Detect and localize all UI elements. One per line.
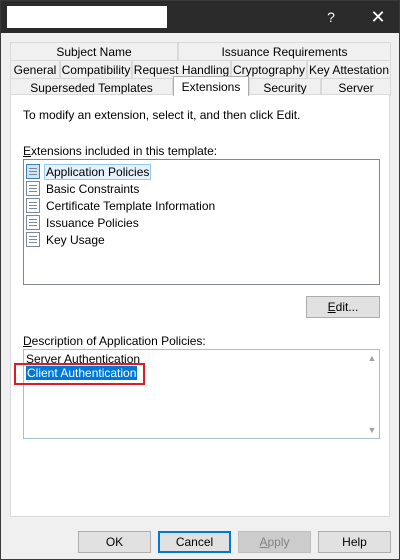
redacted-window-title — [7, 6, 167, 28]
instruction-text: To modify an extension, select it, and t… — [23, 108, 301, 122]
list-item-application-policies[interactable]: Application Policies — [26, 163, 152, 180]
tab-issuance-requirements[interactable]: Issuance Requirements — [178, 42, 391, 60]
edit-button[interactable]: Edit... — [306, 296, 380, 318]
list-item-certificate-template-information[interactable]: Certificate Template Information — [26, 197, 217, 214]
annotation-highlight-box — [14, 363, 145, 385]
tab-key-attestation[interactable]: Key Attestation — [307, 60, 391, 78]
tab-extensions[interactable]: Extensions — [173, 76, 249, 96]
tab-general[interactable]: General — [10, 60, 60, 78]
list-item-label: Application Policies — [44, 163, 152, 180]
certificate-template-properties-dialog: ? ✕ Subject Name Issuance Requirements G… — [0, 0, 400, 560]
extension-icon — [26, 181, 40, 196]
extension-icon — [26, 232, 40, 247]
cancel-button[interactable]: Cancel — [158, 531, 231, 553]
title-bar: ? ✕ — [1, 1, 399, 33]
extension-icon — [26, 198, 40, 213]
list-item-key-usage[interactable]: Key Usage — [26, 231, 107, 248]
scroll-down-icon[interactable]: ▼ — [367, 425, 377, 435]
description-label: Description of Application Policies: — [23, 334, 206, 348]
close-icon[interactable]: ✕ — [361, 1, 395, 33]
list-item-label: Certificate Template Information — [46, 198, 216, 213]
extension-icon — [26, 215, 40, 230]
extension-icon — [26, 164, 40, 179]
list-item-label: Key Usage — [46, 232, 105, 247]
list-item-basic-constraints[interactable]: Basic Constraints — [26, 180, 141, 197]
apply-button: Apply — [238, 531, 311, 553]
tab-compatibility[interactable]: Compatibility — [60, 60, 132, 78]
extensions-list-label: Extensions included in this template: — [23, 144, 218, 158]
help-title-button[interactable]: ? — [315, 1, 347, 33]
list-item-issuance-policies[interactable]: Issuance Policies — [26, 214, 141, 231]
list-item-label: Issuance Policies — [46, 215, 139, 230]
ok-button[interactable]: OK — [78, 531, 151, 553]
help-button[interactable]: Help — [318, 531, 391, 553]
list-item-label: Basic Constraints — [46, 181, 140, 196]
tab-subject-name[interactable]: Subject Name — [10, 42, 178, 60]
extensions-listbox[interactable]: Application Policies Basic Constraints C… — [23, 159, 380, 285]
scroll-up-icon[interactable]: ▲ — [367, 353, 377, 363]
